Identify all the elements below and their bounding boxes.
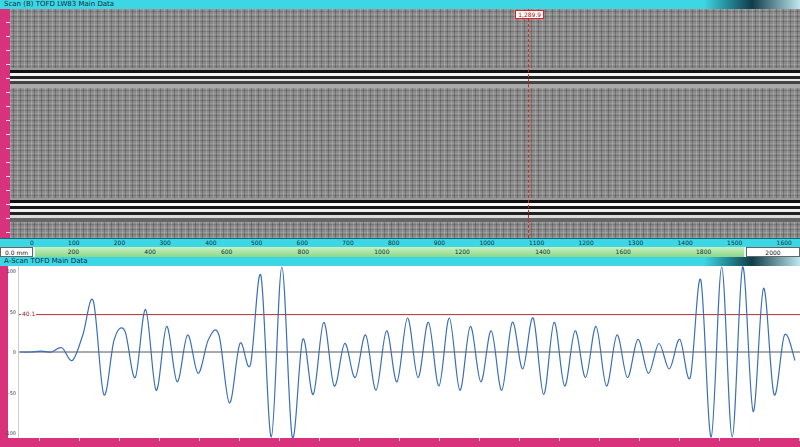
- bscan-title-bar: Scan (B) TOFD LW83 Main Data: [0, 0, 800, 9]
- index-tick: 1000: [374, 248, 389, 256]
- scan-axis-tick: 600: [297, 239, 308, 247]
- scan-axis-tick: 0: [30, 239, 34, 247]
- scan-axis-tick: 1100: [529, 239, 544, 247]
- scan-axis-tick: 1000: [479, 239, 494, 247]
- bscan-noise: [10, 9, 800, 68]
- scan-axis-tick: 200: [114, 239, 125, 247]
- waveform: [20, 267, 795, 438]
- amplitude-tick: -100: [5, 430, 16, 436]
- bscan-panel: Scan (B) TOFD LW83 Main Data 1,289.9 0 10…: [0, 0, 800, 257]
- ascan-chart: [19, 266, 800, 438]
- lateral-wave: [10, 68, 800, 88]
- ascan-title: A-Scan TOFD Main Data: [4, 257, 87, 266]
- index-tick: 800: [298, 248, 309, 256]
- bscan-title: Scan (B) TOFD LW83 Main Data: [4, 0, 114, 9]
- scan-axis-tick: 1300: [628, 239, 643, 247]
- bscan-noise: [10, 222, 800, 238]
- amplitude-axis: 100 50 0 -50 -100: [0, 266, 18, 438]
- index-tick: 200: [68, 248, 79, 256]
- scan-axis: 0 100 200 300 400 500 600 700 800 900 1000 1100 1200…: [0, 238, 800, 247]
- amplitude-tick: 0: [13, 349, 16, 355]
- scan-axis-tick: 1200: [578, 239, 593, 247]
- index-track[interactable]: 200 400 600 800 1000 1200 1400 1600 1800: [35, 247, 744, 257]
- index-end[interactable]: 2000: [746, 247, 800, 257]
- depth-ruler: [0, 9, 10, 238]
- bscan-noise: [10, 88, 800, 198]
- scan-axis-tick: 800: [388, 239, 399, 247]
- index-tick: 400: [144, 248, 155, 256]
- scan-axis-tick: 300: [159, 239, 170, 247]
- gate-line[interactable]: [19, 314, 800, 315]
- scan-axis-tick: 1500: [727, 239, 742, 247]
- ascan-plot[interactable]: 40.1: [18, 266, 800, 438]
- time-axis: [0, 438, 800, 447]
- bscan-body: 1,289.9: [0, 9, 800, 238]
- tofd-viewer: Scan (B) TOFD LW83 Main Data 1,289.9 010…: [0, 0, 800, 447]
- scan-axis-tick: 1400: [678, 239, 693, 247]
- scan-axis-tick: 100: [68, 239, 79, 247]
- scan-axis-tick: 900: [434, 239, 445, 247]
- index-tick: 1200: [455, 248, 470, 256]
- scan-axis-tick: 700: [342, 239, 353, 247]
- ascan-panel: A-Scan TOFD Main Data 100 50 0 -50 -100 40.1: [0, 257, 800, 447]
- cursor-label: 1,289.9: [515, 10, 544, 19]
- bscan-image[interactable]: 1,289.9: [10, 9, 800, 238]
- scan-axis-tick: 400: [205, 239, 216, 247]
- scan-cursor[interactable]: 1,289.9: [528, 9, 529, 238]
- index-tick: 1400: [535, 248, 550, 256]
- index-tick: 1800: [696, 248, 711, 256]
- scan-axis-tick: 1600: [777, 239, 792, 247]
- amplitude-tick: -50: [8, 390, 16, 396]
- index-start[interactable]: 0.0 mm: [0, 247, 33, 257]
- index-tick: 1600: [616, 248, 631, 256]
- index-tick: 600: [221, 248, 232, 256]
- backwall-echo: [10, 198, 800, 222]
- amplitude-tick: 100: [6, 268, 16, 274]
- index-bar: 0.0 mm 20040060080010001200140016001800 …: [0, 247, 800, 257]
- ascan-title-bar: A-Scan TOFD Main Data: [0, 257, 800, 266]
- ascan-body: 100 50 0 -50 -100 40.1: [0, 266, 800, 438]
- scan-axis-tick: 500: [251, 239, 262, 247]
- gate-label: 40.1: [21, 310, 36, 317]
- amplitude-tick: 50: [10, 309, 16, 315]
